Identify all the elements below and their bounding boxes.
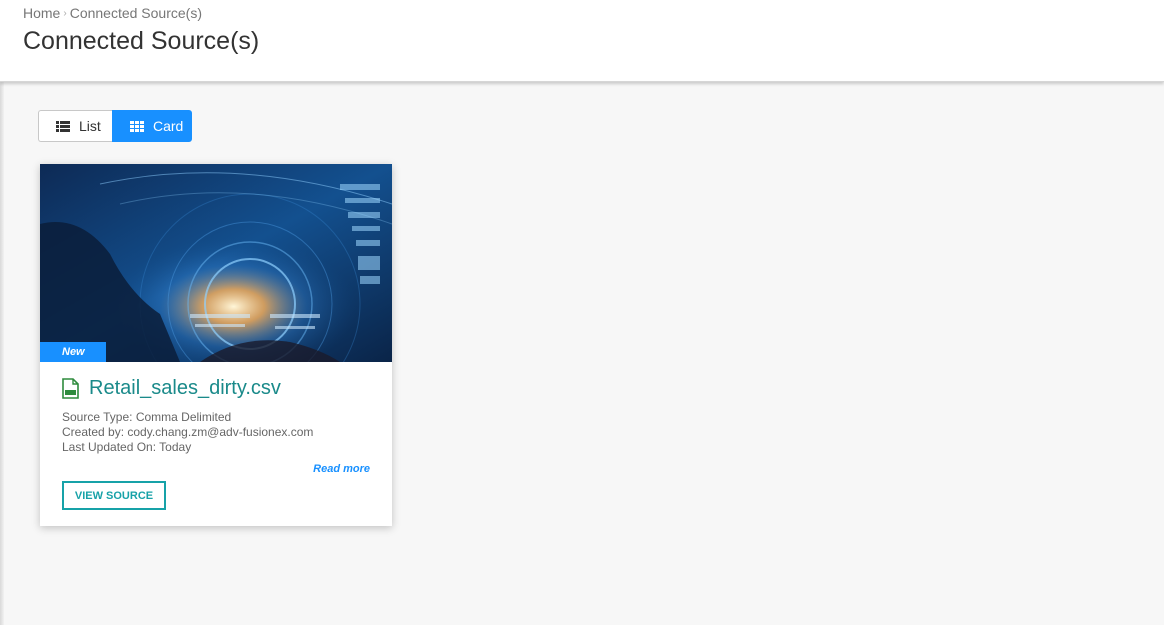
breadcrumb: Home › Connected Source(s) xyxy=(23,5,202,21)
grid-icon xyxy=(130,120,144,132)
source-card-image: New xyxy=(40,164,392,362)
list-icon xyxy=(56,120,70,132)
page-header: Home › Connected Source(s) Connected Sou… xyxy=(0,0,1164,82)
source-type: Source Type: Comma Delimited xyxy=(62,410,232,424)
list-view-label: List xyxy=(79,118,101,134)
breadcrumb-separator-icon: › xyxy=(63,7,67,19)
source-meta: Source Type: Comma Delimited Created by:… xyxy=(62,410,313,455)
source-name: Retail_sales_dirty.csv xyxy=(89,377,281,399)
created-by: Created by: cody.chang.zm@adv-fusionex.c… xyxy=(62,425,314,439)
read-more-link[interactable]: Read more xyxy=(313,463,370,475)
breadcrumb-current: Connected Source(s) xyxy=(69,5,202,21)
source-card: New Retail_sales_dirty.csv Source Type: … xyxy=(40,164,392,526)
new-badge: New xyxy=(40,342,106,362)
csv-file-icon xyxy=(62,378,79,399)
card-view-label: Card xyxy=(153,118,184,134)
list-view-button[interactable]: List xyxy=(38,110,112,142)
page-title: Connected Source(s) xyxy=(23,27,260,55)
card-view-button[interactable]: Card xyxy=(112,110,192,142)
source-title[interactable]: Retail_sales_dirty.csv xyxy=(62,377,281,400)
last-updated: Last Updated On: Today xyxy=(62,440,192,454)
view-toggle: List Card xyxy=(38,110,192,142)
left-edge-shadow xyxy=(0,0,4,625)
view-source-button[interactable]: VIEW SOURCE xyxy=(62,481,166,510)
breadcrumb-home[interactable]: Home xyxy=(23,5,60,21)
